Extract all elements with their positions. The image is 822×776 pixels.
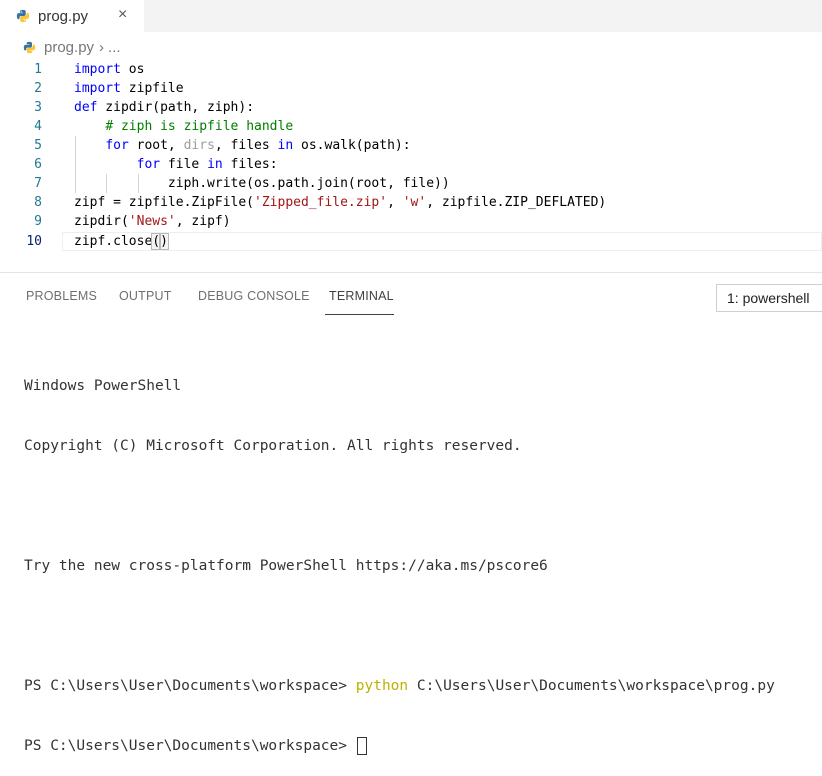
code-line[interactable]: 1 import os xyxy=(0,60,822,79)
breadcrumb: prog.py › ... xyxy=(0,36,121,58)
tab-output[interactable]: OUTPUT xyxy=(119,289,172,303)
line-number: 2 xyxy=(34,81,42,96)
code-editor[interactable]: 1 import os 2 import zipfile 3 def zipdir(pat… xyxy=(0,60,822,260)
python-icon xyxy=(16,9,30,23)
code-text: zipf.close() xyxy=(74,233,169,250)
terminal-command-arg: C:\Users\User\Documents\workspace\prog.p… xyxy=(416,678,775,694)
tab-terminal[interactable]: TERMINAL xyxy=(329,289,394,303)
line-number: 7 xyxy=(34,176,42,191)
code-text: for file in files: xyxy=(136,157,278,172)
panel-tabs: PROBLEMS OUTPUT DEBUG CONSOLE TERMINAL xyxy=(0,283,822,315)
code-text: zipf = zipfile.ZipFile('Zipped_file.zip'… xyxy=(74,195,607,210)
code-line[interactable]: 6 for file in files: xyxy=(0,155,822,174)
code-line[interactable]: 9 zipdir('News', zipf) xyxy=(0,212,822,231)
line-number: 4 xyxy=(34,119,42,134)
terminal-cursor xyxy=(356,737,367,755)
line-number: 3 xyxy=(34,100,42,115)
editor-tab-bar: prog.py × xyxy=(0,0,822,32)
close-icon[interactable]: × xyxy=(118,6,127,24)
terminal-command: python xyxy=(355,678,409,694)
code-text: zipdir('News', zipf) xyxy=(74,214,231,229)
panel-divider xyxy=(0,272,822,273)
line-number: 9 xyxy=(34,214,42,229)
chevron-right-icon: › xyxy=(99,38,105,56)
code-text: # ziph is zipfile handle xyxy=(105,119,294,134)
line-number: 1 xyxy=(34,62,42,77)
terminal-line: Copyright (C) Microsoft Corporation. All… xyxy=(24,438,522,454)
code-text: for root, dirs, files in os.walk(path): xyxy=(105,138,411,153)
line-number: 8 xyxy=(34,195,42,210)
line-number: 5 xyxy=(34,138,42,153)
code-line[interactable]: 5 for root, dirs, files in os.walk(path)… xyxy=(0,136,822,155)
terminal-selector[interactable]: 1: powershell xyxy=(716,284,822,312)
line-number: 6 xyxy=(34,157,42,172)
code-line[interactable]: 7 ziph.write(os.path.join(root, file)) xyxy=(0,174,822,193)
terminal-line: Try the new cross-platform PowerShell ht… xyxy=(24,558,548,574)
code-line[interactable]: 8 zipf = zipfile.ZipFile('Zipped_file.zip… xyxy=(0,193,822,212)
breadcrumb-symbols[interactable]: ... xyxy=(108,39,121,56)
terminal-prompt: PS C:\Users\User\Documents\workspace> xyxy=(24,678,348,694)
code-line[interactable]: 10 zipf.close() xyxy=(0,232,822,251)
code-line[interactable]: 3 def zipdir(path, ziph): xyxy=(0,98,822,117)
python-icon xyxy=(23,41,36,53)
tab-debug-console[interactable]: DEBUG CONSOLE xyxy=(198,289,310,303)
terminal-prompt-line: PS C:\Users\User\Documents\workspace> xyxy=(24,736,822,756)
terminal-command-line: PS C:\Users\User\Documents\workspace> py… xyxy=(24,676,822,696)
terminal-prompt: PS C:\Users\User\Documents\workspace> xyxy=(24,738,348,754)
active-tab-indicator xyxy=(325,314,394,315)
code-line[interactable]: 4 # ziph is zipfile handle xyxy=(0,117,822,136)
terminal-output[interactable]: Windows PowerShell Copyright (C) Microso… xyxy=(24,336,822,776)
tab-prog-py[interactable]: prog.py × xyxy=(0,0,144,32)
code-text: def zipdir(path, ziph): xyxy=(74,100,255,115)
line-number: 10 xyxy=(26,234,42,249)
code-text: ziph.write(os.path.join(root, file)) xyxy=(74,176,450,191)
breadcrumb-file[interactable]: prog.py xyxy=(44,39,94,56)
terminal-line: Windows PowerShell xyxy=(24,378,182,394)
code-text: import os xyxy=(74,62,145,77)
code-line[interactable]: 2 import zipfile xyxy=(0,79,822,98)
code-text: import zipfile xyxy=(74,81,184,96)
tab-label: prog.py xyxy=(38,7,89,25)
tab-problems[interactable]: PROBLEMS xyxy=(26,289,97,303)
